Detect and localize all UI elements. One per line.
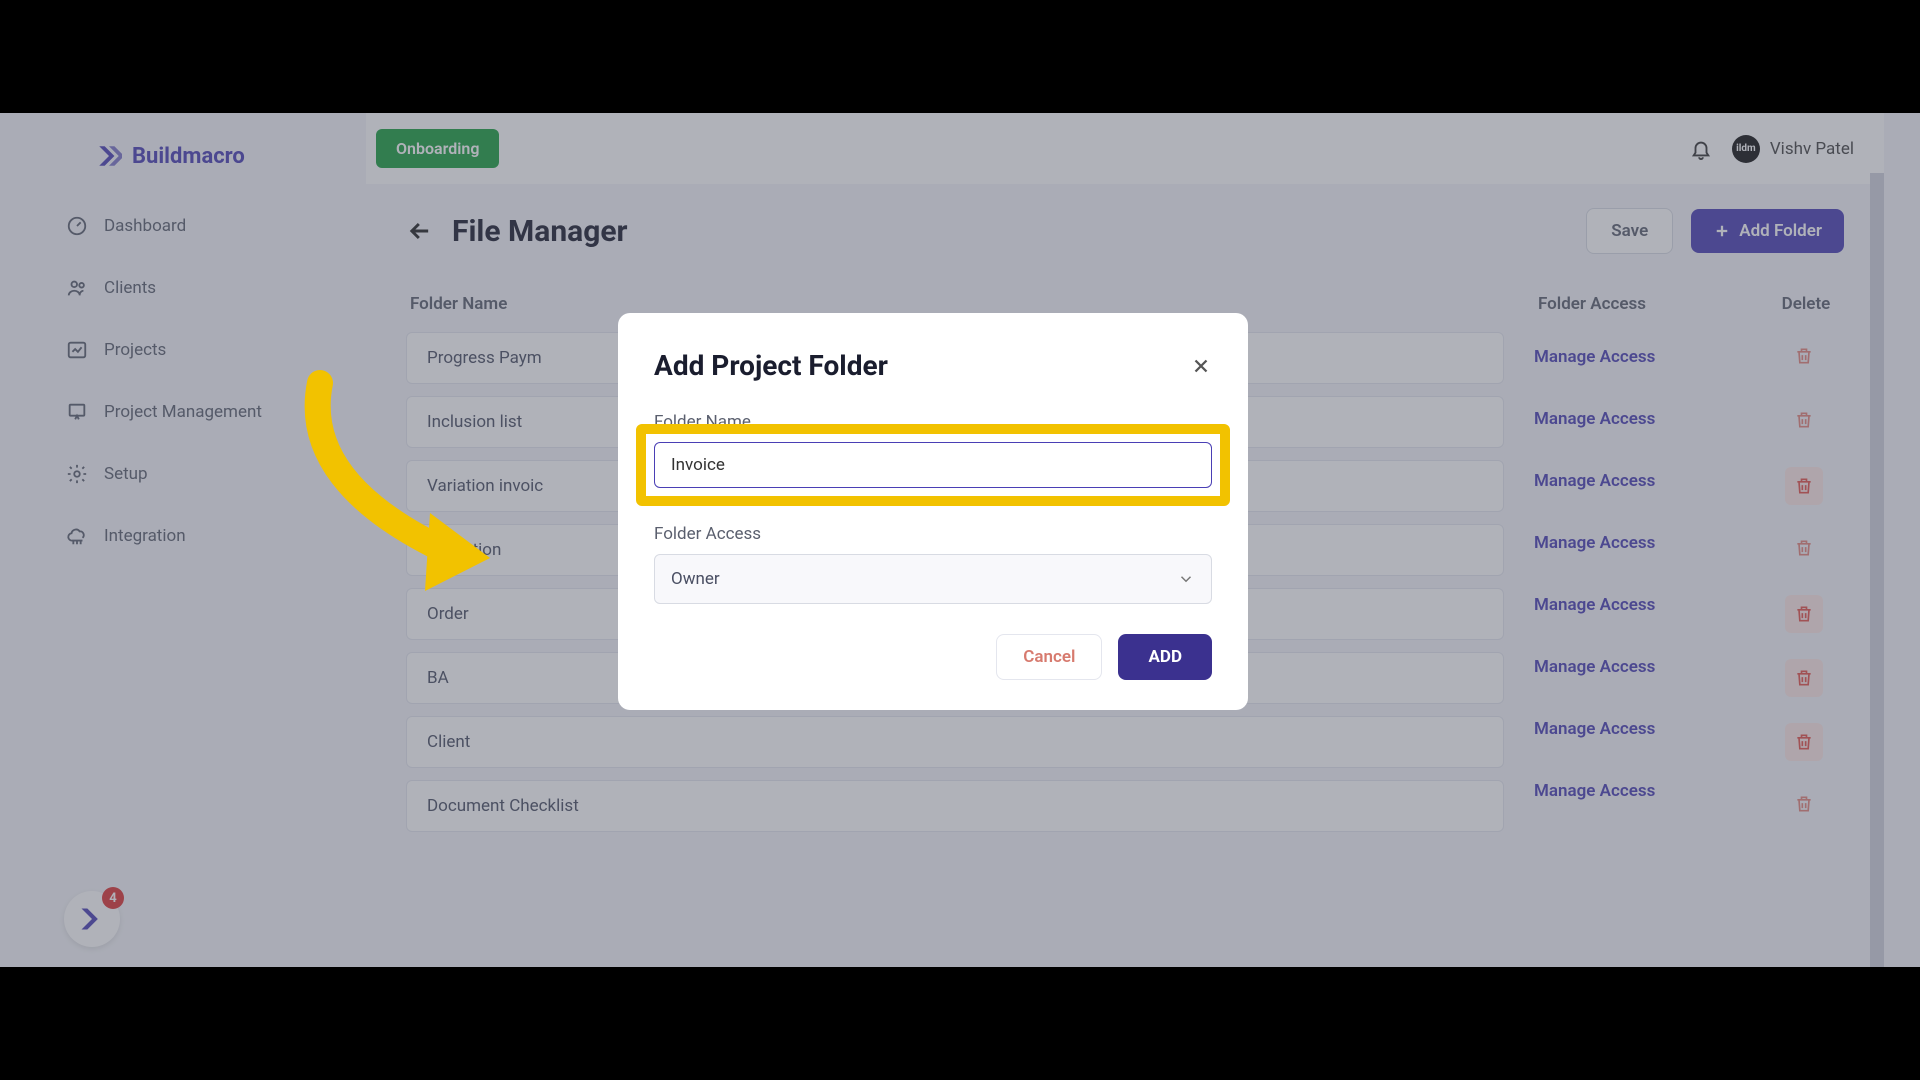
- chevron-down-icon: [1177, 570, 1195, 588]
- cancel-button[interactable]: Cancel: [996, 634, 1102, 680]
- add-folder-modal: Add Project Folder Folder Name Folder Ac…: [618, 313, 1248, 710]
- folder-name-input[interactable]: [654, 442, 1212, 488]
- letterbox-top: [0, 0, 1920, 113]
- folder-access-select[interactable]: Owner: [654, 554, 1212, 604]
- select-value: Owner: [671, 569, 720, 589]
- modal-header: Add Project Folder: [654, 349, 1212, 382]
- close-icon[interactable]: [1190, 355, 1212, 377]
- letterbox-bottom: [0, 967, 1920, 1080]
- app-frame: Buildmacro Dashboard Clients Projects P: [0, 113, 1920, 967]
- add-button[interactable]: ADD: [1118, 634, 1212, 680]
- highlighted-region: [636, 424, 1230, 506]
- modal-title: Add Project Folder: [654, 349, 888, 382]
- modal-actions: Cancel ADD: [654, 634, 1212, 680]
- folder-access-label: Folder Access: [654, 524, 1212, 544]
